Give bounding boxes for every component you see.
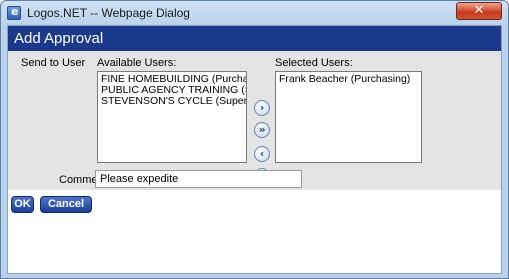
- ie-icon: [7, 5, 21, 20]
- list-item[interactable]: STEVENSON'S CYCLE (Supervisor): [98, 96, 246, 107]
- window-title: Logos.NET -- Webpage Dialog: [27, 6, 190, 20]
- dialog-content: Add Approval Send to User Available User…: [7, 25, 502, 274]
- remove-user-button[interactable]: ‹: [254, 146, 270, 162]
- header-bar: Add Approval: [8, 26, 501, 52]
- selected-users-label: Selected Users:: [275, 57, 353, 69]
- selected-users-list[interactable]: Frank Beacher (Purchasing): [275, 71, 422, 163]
- ok-button[interactable]: OK: [11, 196, 34, 213]
- available-users-label: Available Users:: [97, 57, 177, 69]
- available-users-list[interactable]: FINE HOMEBUILDING (Purchasing) PUBLIC AG…: [97, 71, 247, 163]
- add-all-users-button[interactable]: »: [254, 122, 270, 138]
- dialog-window: Logos.NET -- Webpage Dialog ✕ Add Approv…: [0, 0, 509, 279]
- send-to-user-label: Send to User: [21, 57, 86, 69]
- cancel-button-label: Cancel: [47, 198, 85, 210]
- close-icon: ✕: [473, 3, 485, 18]
- list-item[interactable]: Frank Beacher (Purchasing): [276, 74, 421, 85]
- page-title: Add Approval: [14, 30, 104, 47]
- cancel-button[interactable]: Cancel: [40, 196, 92, 213]
- add-user-button[interactable]: ›: [254, 100, 270, 116]
- title-bar[interactable]: Logos.NET -- Webpage Dialog ✕: [1, 1, 508, 25]
- ok-button-label: OK: [14, 198, 31, 210]
- comments-input[interactable]: [95, 170, 302, 188]
- close-button[interactable]: ✕: [456, 2, 502, 20]
